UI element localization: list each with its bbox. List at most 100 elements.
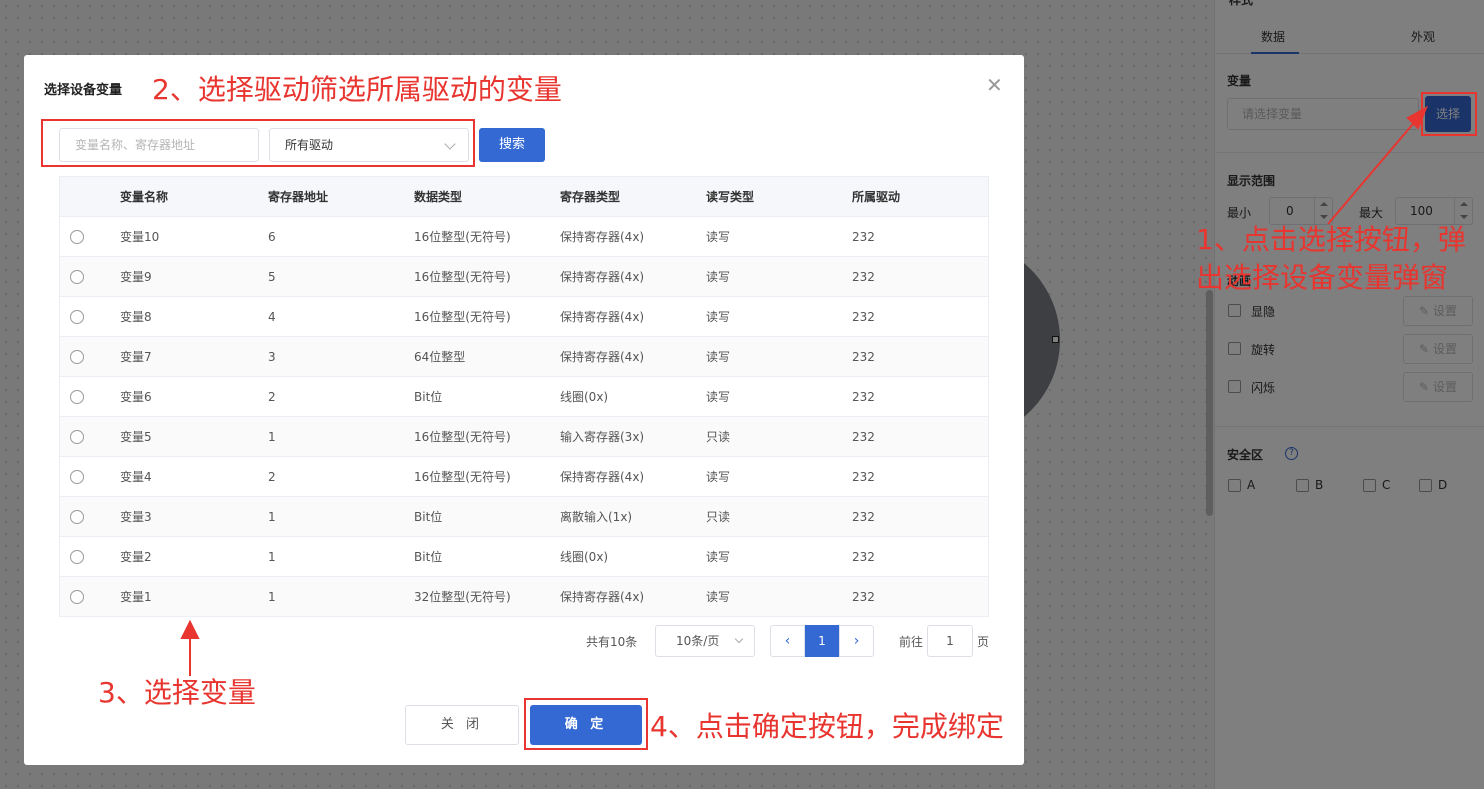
chevron-right-icon: › bbox=[853, 633, 860, 649]
table-row[interactable]: 变量4 2 16位整型(无符号) 保持寄存器(4x) 读写 232 bbox=[60, 457, 988, 497]
table-cell: 16位整型(无符号) bbox=[414, 430, 511, 444]
table-cell: 232 bbox=[852, 590, 875, 604]
table-row[interactable]: 变量7 3 64位整型 保持寄存器(4x) 读写 232 bbox=[60, 337, 988, 377]
table-cell: 16位整型(无符号) bbox=[414, 470, 511, 484]
table-cell: 读写 bbox=[706, 230, 731, 244]
table-cell: Bit位 bbox=[414, 510, 443, 524]
table-cell: 保持寄存器(4x) bbox=[560, 310, 645, 324]
column-header: 读写类型 bbox=[706, 190, 755, 204]
column-header: 寄存器类型 bbox=[560, 190, 621, 204]
close-button[interactable]: 关 闭 bbox=[405, 705, 519, 745]
annotation-box-confirm bbox=[524, 698, 648, 750]
table-cell: 1 bbox=[268, 590, 276, 604]
table-cell: 232 bbox=[852, 470, 875, 484]
table-cell: 16位整型(无符号) bbox=[414, 270, 511, 284]
variable-table: 变量名称 寄存器地址 数据类型 寄存器类型 读写类型 所属驱动 变量10 6 16位… bbox=[59, 176, 989, 617]
page-size-value: 10条/页 bbox=[676, 634, 720, 648]
column-header: 变量名称 bbox=[120, 190, 169, 204]
table-cell: 读写 bbox=[706, 550, 731, 564]
table-cell: 保持寄存器(4x) bbox=[560, 590, 645, 604]
goto-page-input[interactable]: 1 bbox=[927, 625, 973, 657]
table-cell: 线圈(0x) bbox=[560, 390, 609, 404]
table-cell: 变量6 bbox=[120, 390, 152, 404]
prev-page-button[interactable]: ‹ bbox=[770, 625, 805, 657]
table-cell: 变量1 bbox=[120, 590, 152, 604]
row-radio[interactable] bbox=[70, 430, 84, 444]
table-cell: 保持寄存器(4x) bbox=[560, 470, 645, 484]
annotation-box-select bbox=[1421, 92, 1477, 136]
table-cell: 5 bbox=[268, 270, 276, 284]
chevron-left-icon: ‹ bbox=[784, 633, 791, 649]
table-cell: 6 bbox=[268, 230, 276, 244]
table-cell: 232 bbox=[852, 350, 875, 364]
table-cell: 保持寄存器(4x) bbox=[560, 270, 645, 284]
row-radio[interactable] bbox=[70, 390, 84, 404]
table-row[interactable]: 变量3 1 Bit位 离散输入(1x) 只读 232 bbox=[60, 497, 988, 537]
table-cell: 输入寄存器(3x) bbox=[560, 430, 645, 444]
table-row[interactable]: 变量6 2 Bit位 线圈(0x) 读写 232 bbox=[60, 377, 988, 417]
table-row[interactable]: 变量9 5 16位整型(无符号) 保持寄存器(4x) 读写 232 bbox=[60, 257, 988, 297]
table-cell: 232 bbox=[852, 390, 875, 404]
table-cell: 读写 bbox=[706, 270, 731, 284]
column-header: 数据类型 bbox=[414, 190, 463, 204]
table-cell: 232 bbox=[852, 270, 875, 284]
page-size-select[interactable]: 10条/页 bbox=[655, 625, 755, 657]
table-cell: 变量5 bbox=[120, 430, 152, 444]
row-radio[interactable] bbox=[70, 350, 84, 364]
row-radio[interactable] bbox=[70, 270, 84, 284]
table-cell: 3 bbox=[268, 350, 276, 364]
table-row[interactable]: 变量10 6 16位整型(无符号) 保持寄存器(4x) 读写 232 bbox=[60, 217, 988, 257]
table-row[interactable]: 变量8 4 16位整型(无符号) 保持寄存器(4x) 读写 232 bbox=[60, 297, 988, 337]
table-cell: 16位整型(无符号) bbox=[414, 310, 511, 324]
table-cell: 保持寄存器(4x) bbox=[560, 230, 645, 244]
table-cell: 离散输入(1x) bbox=[560, 510, 633, 524]
table-cell: 读写 bbox=[706, 390, 731, 404]
dialog-title: 选择设备变量 bbox=[44, 83, 123, 98]
annotation-step1-line1: 1、点击选择按钮，弹 bbox=[1196, 223, 1466, 256]
table-cell: 232 bbox=[852, 310, 875, 324]
table-cell: 只读 bbox=[706, 430, 731, 444]
annotation-step4: 4、点击确定按钮，完成绑定 bbox=[650, 710, 1004, 743]
table-cell: 读写 bbox=[706, 590, 731, 604]
table-cell: 1 bbox=[268, 550, 276, 564]
table-cell: 1 bbox=[268, 510, 276, 524]
close-icon[interactable]: ✕ bbox=[986, 73, 1003, 97]
table-cell: 线圈(0x) bbox=[560, 550, 609, 564]
row-radio[interactable] bbox=[70, 590, 84, 604]
row-radio[interactable] bbox=[70, 550, 84, 564]
goto-label: 前往 bbox=[899, 635, 924, 649]
table-cell: 保持寄存器(4x) bbox=[560, 350, 645, 364]
table-cell: 读写 bbox=[706, 350, 731, 364]
table-cell: 变量3 bbox=[120, 510, 152, 524]
row-radio[interactable] bbox=[70, 230, 84, 244]
table-row[interactable]: 变量5 1 16位整型(无符号) 输入寄存器(3x) 只读 232 bbox=[60, 417, 988, 457]
table-cell: Bit位 bbox=[414, 390, 443, 404]
table-row[interactable]: 变量2 1 Bit位 线圈(0x) 读写 232 bbox=[60, 537, 988, 577]
table-cell: 232 bbox=[852, 510, 875, 524]
column-header: 所属驱动 bbox=[852, 190, 901, 204]
column-header: 寄存器地址 bbox=[268, 190, 329, 204]
next-page-button[interactable]: › bbox=[839, 625, 874, 657]
annotation-step1-line2: 出选择设备变量弹窗 bbox=[1196, 261, 1449, 294]
table-cell: 232 bbox=[852, 430, 875, 444]
table-cell: 32位整型(无符号) bbox=[414, 590, 511, 604]
page-suffix: 页 bbox=[977, 635, 990, 649]
table-cell: 变量4 bbox=[120, 470, 152, 484]
row-radio[interactable] bbox=[70, 310, 84, 324]
table-cell: 1 bbox=[268, 430, 276, 444]
table-cell: 读写 bbox=[706, 310, 731, 324]
table-cell: 2 bbox=[268, 390, 276, 404]
table-cell: 232 bbox=[852, 550, 875, 564]
annotation-box-filter bbox=[41, 119, 475, 167]
table-cell: 4 bbox=[268, 310, 276, 324]
current-page-button[interactable]: 1 bbox=[805, 625, 839, 657]
table-cell: 变量7 bbox=[120, 350, 152, 364]
annotation-step2: 2、选择驱动筛选所属驱动的变量 bbox=[152, 73, 562, 106]
row-radio[interactable] bbox=[70, 510, 84, 524]
table-row[interactable]: 变量1 1 32位整型(无符号) 保持寄存器(4x) 读写 232 bbox=[60, 577, 988, 617]
search-button[interactable]: 搜索 bbox=[479, 128, 545, 162]
row-radio[interactable] bbox=[70, 470, 84, 484]
table-cell: 2 bbox=[268, 470, 276, 484]
annotation-step3: 3、选择变量 bbox=[98, 676, 256, 709]
table-cell: 变量2 bbox=[120, 550, 152, 564]
